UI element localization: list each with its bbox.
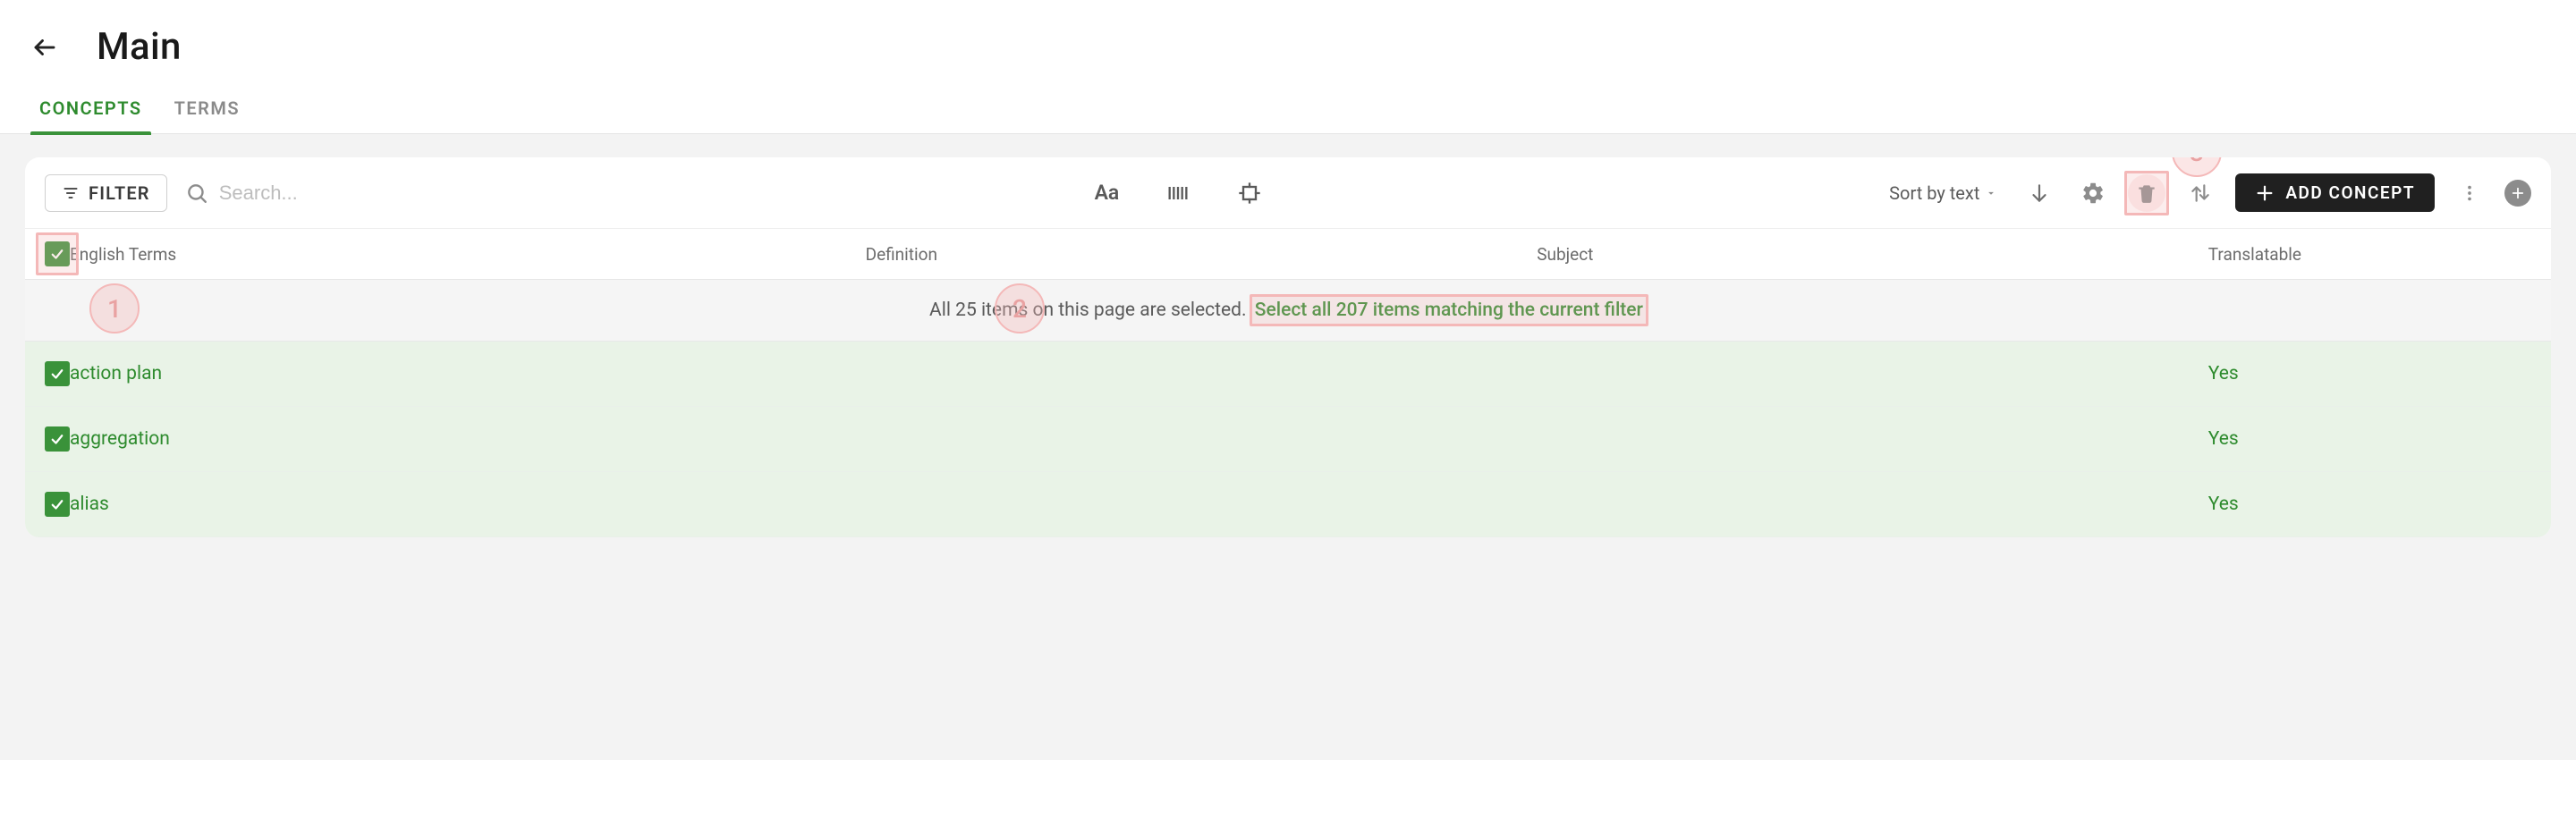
row-translatable: Yes	[2208, 494, 2551, 515]
add-concept-label: ADD CONCEPT	[2285, 182, 2415, 203]
column-definition[interactable]: Definition	[866, 244, 1538, 265]
barcode-icon[interactable]	[1159, 174, 1197, 212]
swap-vertical-icon	[2189, 182, 2212, 205]
case-icon[interactable]: Aa	[1088, 174, 1125, 212]
table-row[interactable]: aggregation Yes	[25, 407, 2551, 472]
settings-button[interactable]	[2074, 174, 2112, 212]
table-row[interactable]: alias Yes	[25, 472, 2551, 537]
sort-label: Sort by text	[1889, 182, 1979, 204]
column-subject[interactable]: Subject	[1537, 244, 2208, 265]
select-all-filter-link[interactable]: Select all 207 items matching the curren…	[1251, 300, 1647, 321]
dots-vertical-icon	[2460, 183, 2479, 203]
row-term[interactable]: action plan	[70, 363, 866, 384]
column-english-terms[interactable]: English Terms	[70, 244, 866, 265]
more-button[interactable]	[2451, 174, 2488, 212]
plus-icon	[2510, 185, 2526, 201]
filter-label: FILTER	[89, 182, 150, 204]
quick-add-button[interactable]	[2504, 180, 2531, 207]
search-input[interactable]	[217, 181, 414, 206]
filter-button[interactable]: FILTER	[45, 174, 167, 212]
trash-icon	[2135, 182, 2158, 205]
row-checkbox[interactable]	[45, 426, 70, 452]
row-term[interactable]: alias	[70, 494, 866, 515]
row-translatable: Yes	[2208, 363, 2551, 384]
selection-page-text: All 25 items on this page are selected.	[929, 300, 1247, 321]
tab-terms[interactable]: TERMS	[174, 90, 241, 133]
sort-direction-icon[interactable]	[2021, 174, 2058, 212]
select-all-checkbox[interactable]	[45, 241, 70, 266]
tab-concepts[interactable]: CONCEPTS	[39, 90, 142, 133]
search-icon	[185, 174, 208, 212]
filter-icon	[62, 184, 80, 202]
page-title: Main	[97, 25, 182, 69]
plus-icon	[2255, 183, 2275, 203]
add-concept-button[interactable]: ADD CONCEPT	[2235, 173, 2435, 212]
table-row[interactable]: action plan Yes	[25, 342, 2551, 407]
row-term[interactable]: aggregation	[70, 428, 866, 450]
delete-button[interactable]	[2128, 174, 2165, 212]
tabs-bar: CONCEPTS TERMS	[0, 76, 2576, 134]
row-checkbox[interactable]	[45, 492, 70, 517]
annotation-step-1: 1	[89, 283, 140, 334]
expand-icon[interactable]	[1231, 174, 1268, 212]
column-translatable[interactable]: Translatable	[2208, 244, 2551, 265]
caret-down-icon	[1985, 187, 1997, 199]
back-button[interactable]	[25, 28, 64, 67]
row-checkbox[interactable]	[45, 361, 70, 386]
sort-dropdown[interactable]: Sort by text	[1889, 182, 1997, 204]
row-translatable: Yes	[2208, 428, 2551, 450]
gear-icon	[2080, 181, 2106, 206]
reorder-button[interactable]	[2182, 174, 2219, 212]
